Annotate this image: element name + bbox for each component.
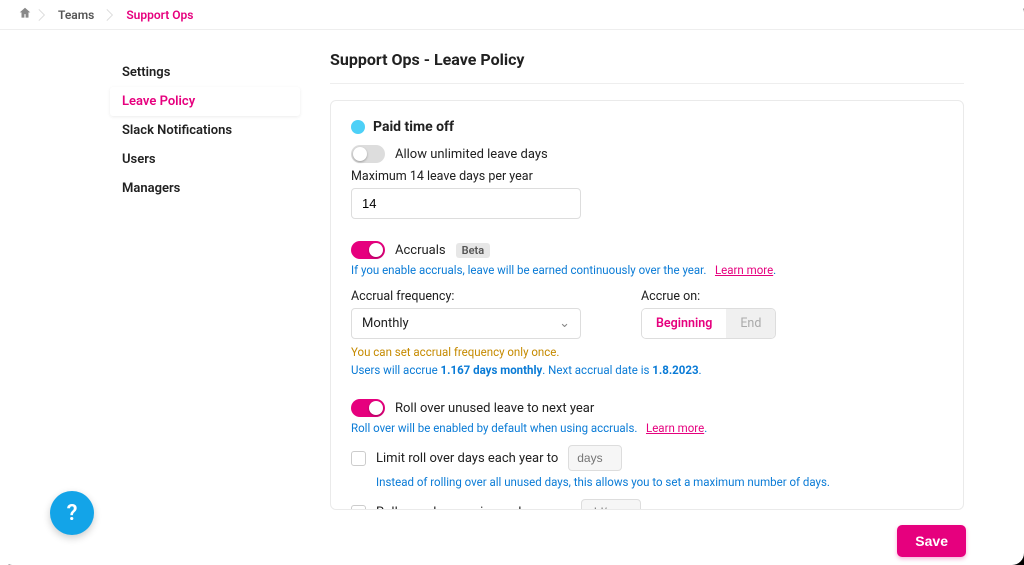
accrual-frequency-select[interactable]: Monthly ⌄	[351, 308, 581, 339]
chevron-down-icon: ⌄	[559, 316, 570, 331]
unlimited-toggle-label: Allow unlimited leave days	[395, 147, 548, 162]
accruals-info: If you enable accruals, leave will be ea…	[351, 263, 943, 277]
max-days-label: Maximum 14 leave days per year	[351, 169, 943, 184]
accrual-summary-prefix: Users will accrue	[351, 363, 441, 377]
breadcrumb: Teams Support Ops	[0, 0, 1024, 30]
page-title: Support Ops - Leave Policy	[330, 50, 964, 84]
accrual-summary: Users will accrue 1.167 days monthly. Ne…	[351, 363, 943, 377]
breadcrumb-teams[interactable]: Teams	[52, 6, 100, 24]
chevron-right-icon	[36, 5, 48, 25]
rollover-expire-date-input[interactable]	[581, 499, 641, 510]
leave-policy-card: Paid time off Allow unlimited leave days…	[330, 100, 964, 510]
rollover-toggle-label: Roll over unused leave to next year	[395, 401, 594, 416]
rollover-toggle[interactable]	[351, 399, 385, 417]
limit-rollover-info: Instead of rolling over all unused days,…	[376, 475, 943, 489]
accrue-on-segmented: Beginning End	[641, 308, 776, 339]
accruals-info-dot: .	[773, 263, 776, 277]
rollover-expire-checkbox[interactable]	[351, 505, 366, 511]
sidebar-item-settings[interactable]: Settings	[110, 58, 300, 87]
home-icon[interactable]	[18, 6, 32, 23]
accruals-learn-more-link[interactable]: Learn more	[715, 263, 773, 277]
accrue-on-end[interactable]: End	[726, 309, 775, 338]
accrue-on-label: Accrue on:	[641, 289, 776, 304]
chevron-right-icon	[104, 5, 116, 25]
beta-badge: Beta	[456, 243, 491, 258]
sidebar-item-users[interactable]: Users	[110, 145, 300, 174]
pto-color-dot	[351, 120, 365, 134]
breadcrumb-current: Support Ops	[120, 6, 199, 24]
accrue-on-beginning[interactable]: Beginning	[642, 309, 726, 338]
sidebar: Settings Leave Policy Slack Notification…	[0, 30, 300, 565]
limit-rollover-label: Limit roll over days each year to	[376, 451, 558, 466]
rollover-info-text: Roll over will be enabled by default whe…	[351, 421, 637, 435]
accruals-toggle[interactable]	[351, 241, 385, 259]
pto-heading-label: Paid time off	[373, 119, 454, 135]
save-button[interactable]: Save	[897, 525, 966, 557]
accruals-toggle-label: Accruals	[395, 243, 446, 258]
limit-rollover-days-input[interactable]	[568, 445, 622, 471]
accrual-frequency-label: Accrual frequency:	[351, 289, 581, 304]
pto-heading: Paid time off	[351, 119, 943, 135]
accrual-frequency-value: Monthly	[362, 316, 409, 331]
unlimited-toggle[interactable]	[351, 145, 385, 163]
accruals-info-text: If you enable accruals, leave will be ea…	[351, 263, 706, 277]
sidebar-item-managers[interactable]: Managers	[110, 174, 300, 203]
rollover-learn-more-link[interactable]: Learn more	[646, 421, 704, 435]
rollover-info: Roll over will be enabled by default whe…	[351, 421, 943, 435]
accrual-summary-date: 1.8.2023	[652, 363, 698, 377]
accrual-summary-suffix: .	[699, 363, 702, 377]
sidebar-item-slack-notifications[interactable]: Slack Notifications	[110, 116, 300, 145]
accrual-summary-mid: . Next accrual date is	[542, 363, 652, 377]
rollover-info-dot: .	[704, 421, 707, 435]
max-days-input[interactable]	[351, 188, 581, 219]
accrual-freq-warning: You can set accrual frequency only once.	[351, 345, 943, 359]
sidebar-item-leave-policy[interactable]: Leave Policy	[110, 87, 300, 116]
accrual-summary-rate: 1.167 days monthly	[441, 363, 543, 377]
limit-rollover-checkbox[interactable]	[351, 451, 366, 466]
rollover-expire-label: Roll over days expire each year on	[376, 505, 571, 511]
help-button[interactable]: ?	[50, 491, 94, 535]
